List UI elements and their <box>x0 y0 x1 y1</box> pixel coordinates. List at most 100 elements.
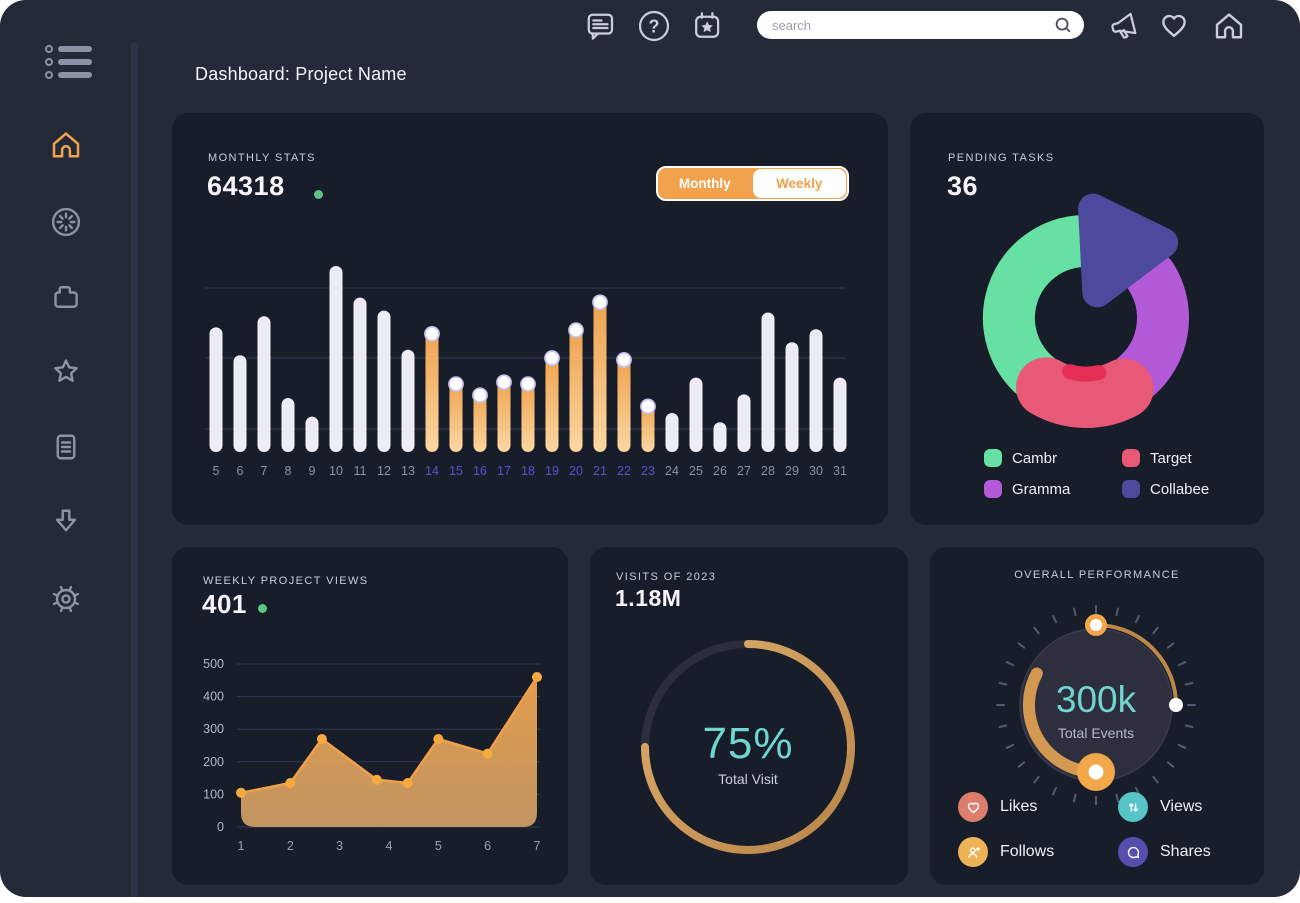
weekly-area-chart[interactable]: 01002003004005001234567 <box>172 547 568 885</box>
sidebar-item-projects[interactable] <box>48 279 84 315</box>
svg-text:14: 14 <box>425 464 439 478</box>
svg-text:7: 7 <box>261 464 268 478</box>
svg-text:200: 200 <box>203 755 224 769</box>
svg-text:?: ? <box>649 16 660 36</box>
performance-card: OVERALL PERFORMANCE 300k Total Events Li… <box>930 547 1264 885</box>
bar-day-11 <box>354 298 367 452</box>
gauge-center-text: 300k Total Events <box>1016 679 1176 741</box>
performance-legend: Likes Views Follows Shares <box>958 792 1238 867</box>
svg-text:11: 11 <box>354 464 367 478</box>
search-input[interactable] <box>757 18 1052 33</box>
calendar-star-icon[interactable] <box>689 8 725 44</box>
bar-day-19 <box>546 352 559 452</box>
home-icon[interactable] <box>1211 8 1247 44</box>
svg-text:31: 31 <box>833 464 847 478</box>
svg-text:8: 8 <box>285 464 292 478</box>
page-title: Dashboard: Project Name <box>195 64 407 85</box>
svg-text:25: 25 <box>689 464 703 478</box>
svg-text:500: 500 <box>203 657 224 671</box>
legend-item-collabee[interactable]: Collabee <box>1122 480 1209 498</box>
svg-text:24: 24 <box>665 464 679 478</box>
chat-icon[interactable] <box>582 8 618 44</box>
svg-text:20: 20 <box>569 464 583 478</box>
svg-text:6: 6 <box>237 464 244 478</box>
legend-swatch <box>984 449 1002 467</box>
bar-day-5 <box>210 327 223 452</box>
legend-swatch <box>1122 449 1140 467</box>
svg-text:19: 19 <box>545 464 559 478</box>
bar-day-14 <box>426 327 439 452</box>
menu-list-icon[interactable] <box>44 42 94 82</box>
gauge-value: 300k <box>1016 679 1176 721</box>
svg-text:9: 9 <box>309 464 316 478</box>
svg-text:0: 0 <box>217 820 224 834</box>
sidebar-item-home[interactable] <box>48 127 84 163</box>
legend-swatch <box>984 480 1002 498</box>
svg-text:10: 10 <box>329 464 343 478</box>
bar-day-10 <box>330 266 343 452</box>
svg-text:15: 15 <box>449 464 463 478</box>
visits-sublabel: Total Visit <box>668 771 828 787</box>
svg-text:13: 13 <box>401 464 415 478</box>
legend-item-gramma[interactable]: Gramma <box>984 480 1122 498</box>
legend-item-views[interactable]: Views <box>1118 792 1238 822</box>
search-icon[interactable] <box>1052 14 1074 36</box>
svg-text:30: 30 <box>809 464 823 478</box>
heart-icon[interactable] <box>1156 7 1192 43</box>
bar-day-31 <box>834 378 847 452</box>
sidebar-item-settings[interactable] <box>48 581 84 617</box>
svg-text:400: 400 <box>203 690 224 704</box>
legend-item-shares[interactable]: Shares <box>1118 837 1238 867</box>
user-plus-icon <box>958 837 988 867</box>
sidebar-divider <box>131 42 138 897</box>
visits-card: VISITS OF 2023 1.18M 75% Total Visit <box>590 547 908 885</box>
bar-day-27 <box>738 394 751 452</box>
bar-day-20 <box>570 324 583 452</box>
bar-day-25 <box>690 378 703 452</box>
chat-bubble-icon <box>1118 837 1148 867</box>
bar-day-12 <box>378 311 391 452</box>
megaphone-icon[interactable] <box>1106 8 1142 44</box>
svg-text:12: 12 <box>377 464 391 478</box>
svg-text:22: 22 <box>617 464 631 478</box>
arrows-up-down-icon <box>1118 792 1148 822</box>
sidebar-item-documents[interactable] <box>48 429 84 465</box>
sidebar-item-downloads[interactable] <box>48 504 84 540</box>
bar-day-6 <box>234 355 247 452</box>
help-icon[interactable]: ? <box>636 8 672 44</box>
bar-day-29 <box>786 342 799 452</box>
bar-day-13 <box>402 350 415 452</box>
svg-text:18: 18 <box>521 464 535 478</box>
visits-percent: 75% <box>668 719 828 769</box>
bar-day-28 <box>762 313 775 453</box>
legend-item-likes[interactable]: Likes <box>958 792 1118 822</box>
gauge-sublabel: Total Events <box>1016 725 1176 741</box>
bar-day-8 <box>282 398 295 452</box>
pending-tasks-card: PENDING TASKS 36 Cambr Target Gramma Col… <box>910 113 1264 525</box>
svg-text:7: 7 <box>534 839 541 853</box>
legend-item-target[interactable]: Target <box>1122 449 1209 467</box>
dashboard-app: ? Dashboard: Project Name MON <box>0 0 1300 897</box>
legend-item-cambr[interactable]: Cambr <box>984 449 1122 467</box>
monthly-bar-chart[interactable]: 5678910111213141516171819202122232425262… <box>172 113 888 525</box>
svg-text:27: 27 <box>737 464 751 478</box>
svg-text:17: 17 <box>497 464 511 478</box>
legend-swatch <box>1122 480 1140 498</box>
legend-item-follows[interactable]: Follows <box>958 837 1118 867</box>
svg-text:26: 26 <box>713 464 727 478</box>
sidebar-item-favorites[interactable] <box>48 354 84 390</box>
bar-day-30 <box>810 329 823 452</box>
svg-text:2: 2 <box>287 839 294 853</box>
visits-center-text: 75% Total Visit <box>668 719 828 787</box>
search-bar <box>757 11 1084 39</box>
svg-text:21: 21 <box>593 464 607 478</box>
visits-progress-ring[interactable] <box>590 547 908 885</box>
bar-day-7 <box>258 316 271 452</box>
svg-text:5: 5 <box>435 839 442 853</box>
svg-text:23: 23 <box>641 464 655 478</box>
svg-text:100: 100 <box>203 787 224 801</box>
donut-legend: Cambr Target Gramma Collabee <box>984 449 1209 498</box>
svg-text:3: 3 <box>336 839 343 853</box>
bar-day-22 <box>618 353 631 452</box>
sidebar-item-activity[interactable] <box>48 204 84 240</box>
